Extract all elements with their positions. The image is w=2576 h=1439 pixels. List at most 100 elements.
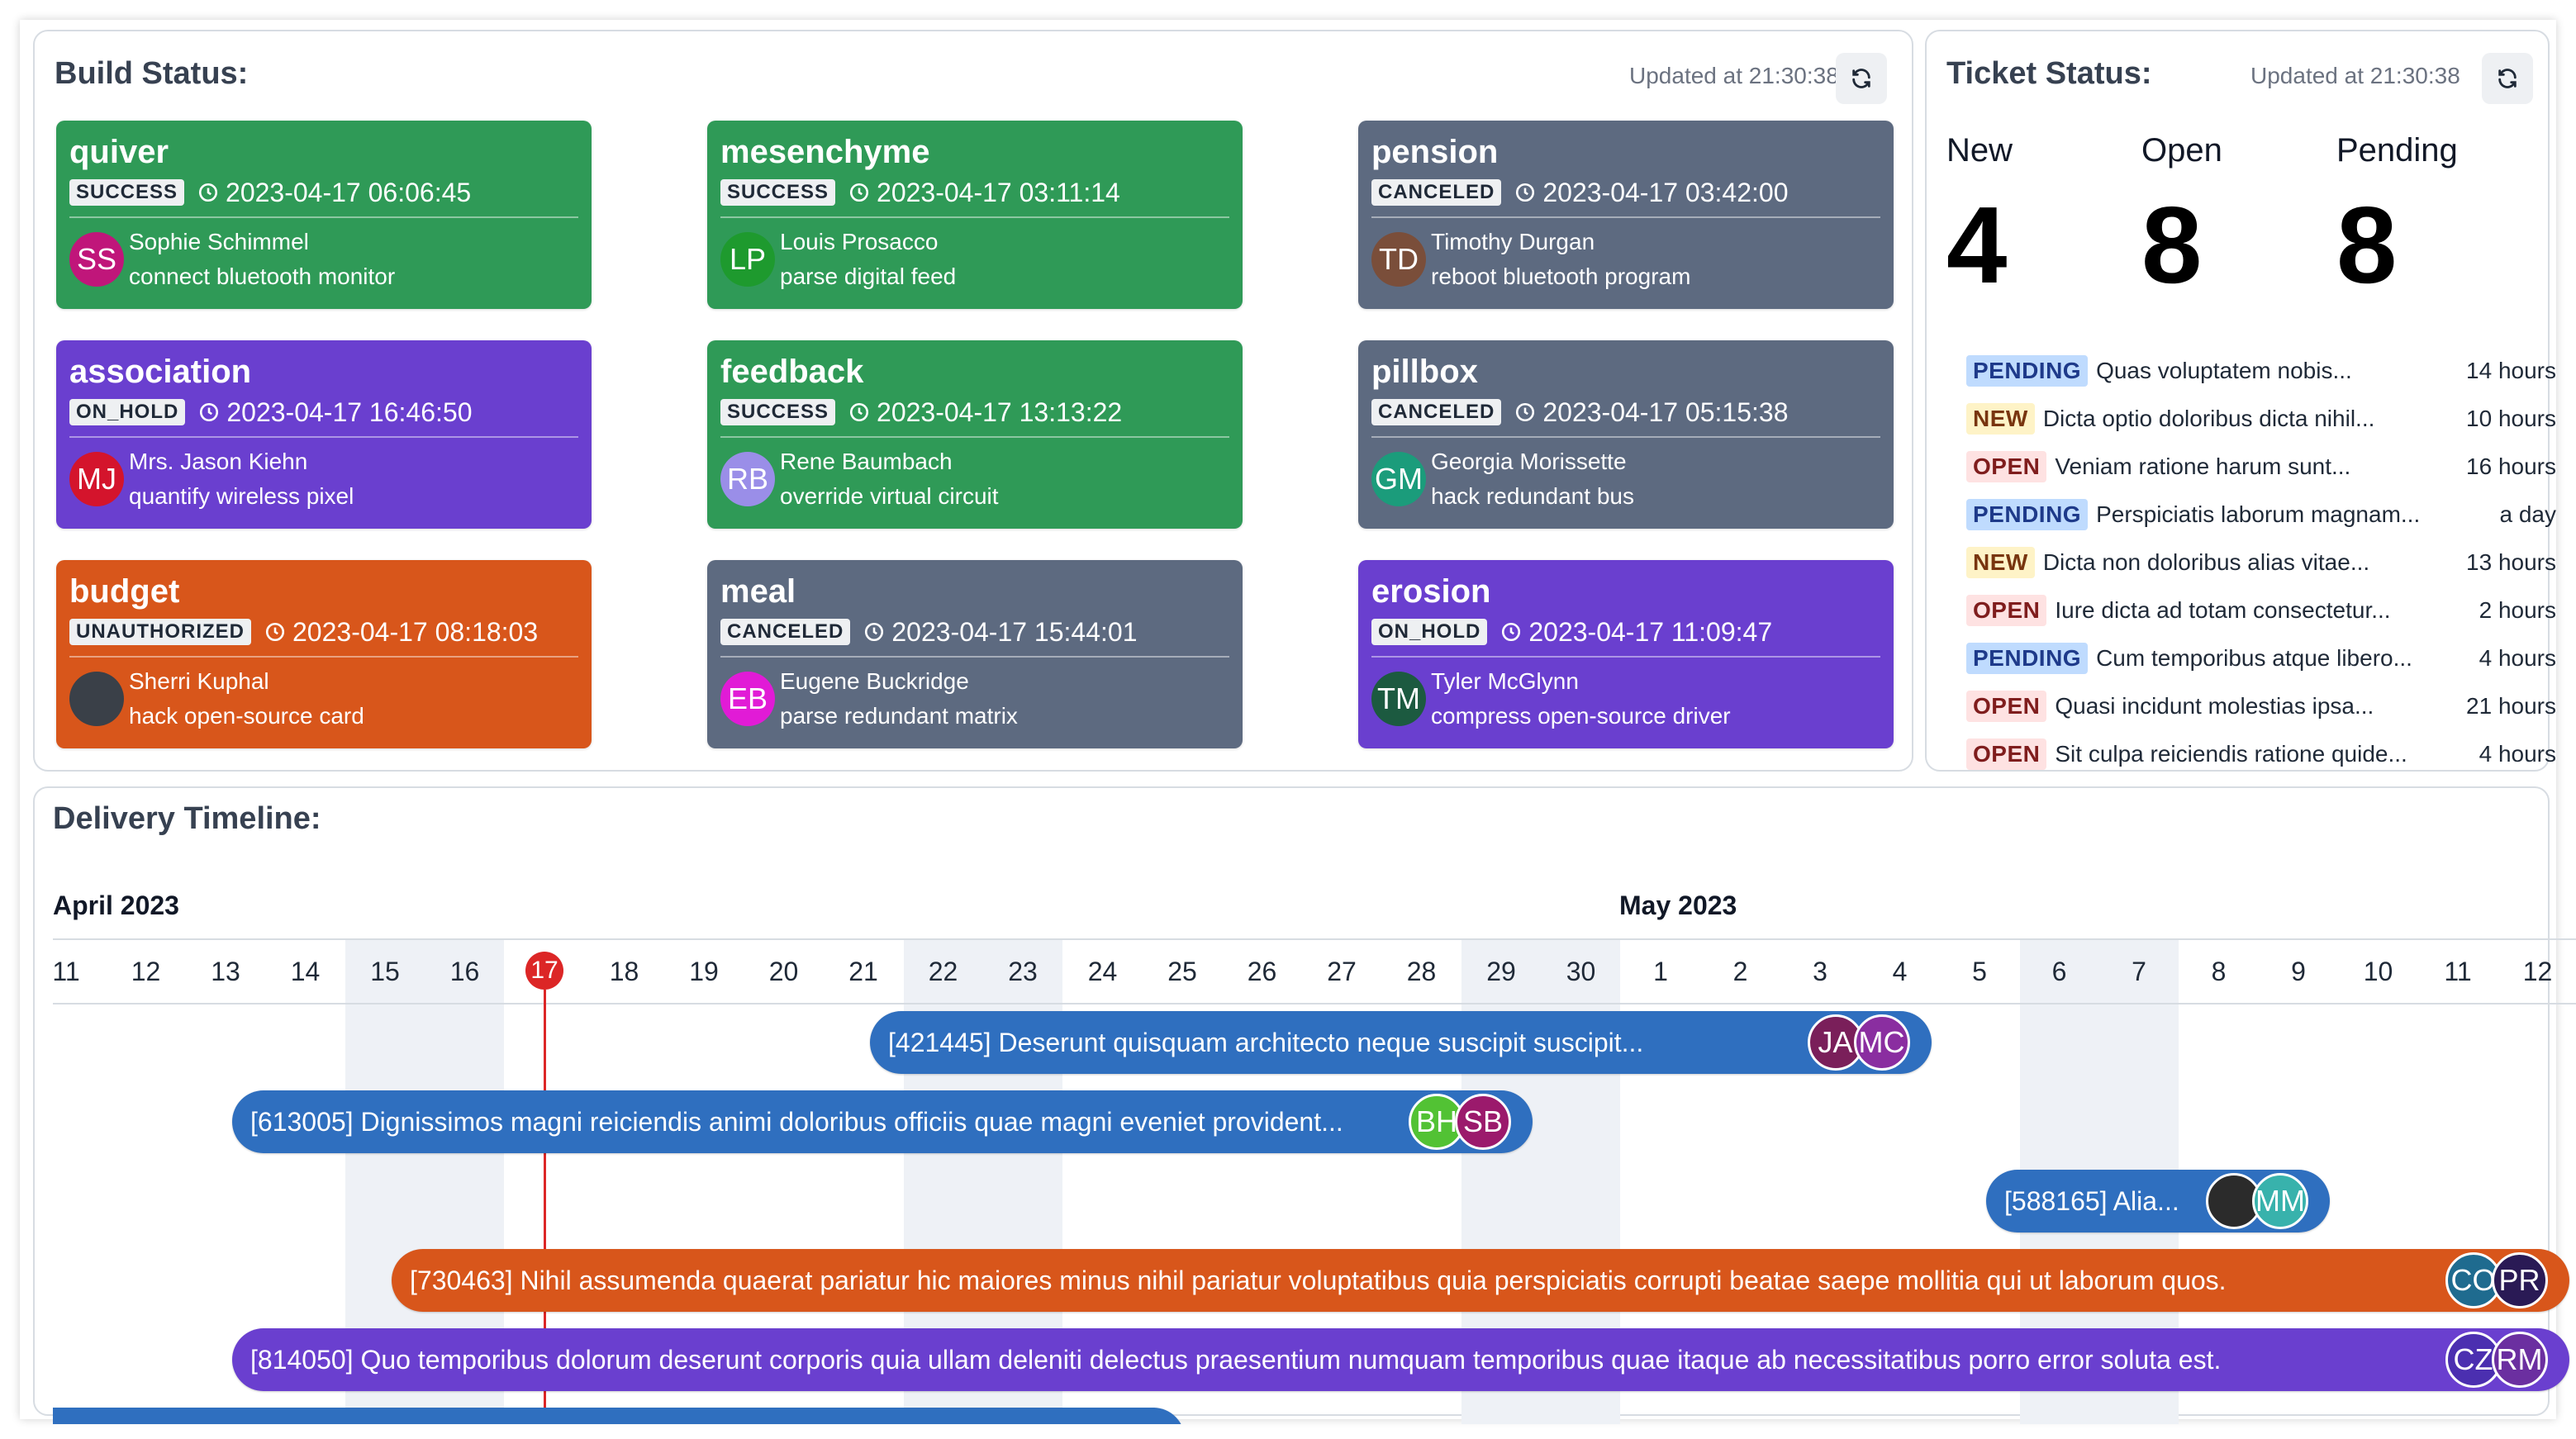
day-label: 2 (1732, 957, 1748, 986)
timeline-bar[interactable]: [613005] Dignissimos magni reiciendis an… (232, 1090, 1533, 1153)
build-timestamp: 2023-04-17 13:13:22 (877, 397, 1123, 427)
day-label: 28 (1406, 957, 1437, 986)
day-label: 23 (1008, 957, 1038, 986)
day-label: 4 (1892, 957, 1908, 986)
build-refresh-button[interactable] (1836, 53, 1887, 104)
ticket-age: 14 hours (2466, 358, 2556, 383)
build-name: quiver (69, 134, 169, 170)
build-card[interactable]: pillbox CANCELED 2023-04-17 05:15:38 GM G… (1358, 340, 1894, 529)
card-divider (720, 436, 1229, 438)
build-card[interactable]: feedback SUCCESS 2023-04-17 13:13:22 RB R… (707, 340, 1243, 529)
count-label: Pending (2336, 132, 2458, 169)
count-label: Open (2141, 132, 2222, 169)
clock-icon (849, 402, 869, 422)
build-status-badge: CANCELED (1371, 399, 1502, 425)
build-user: Sherri Kuphal (129, 668, 269, 694)
build-card[interactable]: meal CANCELED 2023-04-17 15:44:01 EB Euge… (707, 560, 1243, 748)
build-card[interactable]: quiver SUCCESS 2023-04-17 06:06:45 SS Sop… (56, 121, 592, 309)
avatar: TM (1371, 672, 1426, 726)
day-label: 27 (1327, 957, 1357, 986)
clock-icon (198, 183, 218, 202)
ticket-row[interactable]: OPEN Sit culpa reiciendis ratione quide..… (1966, 730, 2556, 778)
day-label: 10 (2363, 957, 2393, 986)
day-label: 30 (1566, 957, 1596, 986)
day-label: 12 (131, 957, 161, 986)
ticket-subject: Perspiciatis laborum magnam... (2096, 501, 2421, 527)
build-card[interactable]: association ON_HOLD 2023-04-17 16:46:50 M… (56, 340, 592, 529)
build-status-badge: ON_HOLD (1371, 619, 1488, 645)
ticket-row[interactable]: NEW Dicta non doloribus alias vitae... 13 … (1966, 539, 2556, 587)
timeline-bar-label: [730463] Nihil assumenda quaerat pariatu… (410, 1265, 2227, 1295)
build-task: quantify wireless pixel (129, 483, 354, 509)
month-label-may: May 2023 (1619, 890, 1737, 920)
ticket-subject: Dicta optio doloribus dicta nihil... (2042, 406, 2375, 431)
build-task: reboot bluetooth program (1431, 264, 1691, 289)
build-status-panel: Build Status: Updated at 21:30:38 quiver… (33, 30, 1913, 772)
today-marker: 17 (525, 952, 563, 990)
count-value: 4 (1946, 184, 2008, 306)
build-card[interactable]: budget UNAUTHORIZED 2023-04-17 08:18:03 S… (56, 560, 592, 748)
build-task: hack open-source card (129, 703, 364, 729)
ticket-row[interactable]: OPEN Quasi incidunt molestias ipsa... 21 h… (1966, 682, 2556, 730)
ticket-row[interactable]: PENDING Quas voluptatem nobis... 14 hours (1966, 347, 2556, 395)
build-task: compress open-source driver (1431, 703, 1731, 729)
day-label: 24 (1087, 957, 1118, 986)
day-label: 20 (768, 957, 799, 986)
ticket-row[interactable]: OPEN Veniam ratione harum sunt... 16 hours (1966, 443, 2556, 491)
ticket-row[interactable]: PENDING Perspiciatis laborum magnam... a d… (1966, 491, 2556, 539)
card-divider (69, 656, 578, 658)
card-divider (720, 216, 1229, 218)
ticket-status-title: Ticket Status: (1946, 56, 2152, 91)
build-timestamp: 2023-04-17 08:18:03 (292, 616, 539, 647)
build-user: Rene Baumbach (780, 449, 953, 474)
build-timestamp: 2023-04-17 06:06:45 (226, 177, 472, 207)
timeline-bar-label: [613005] Dignissimos magni reiciendis an… (250, 1106, 1343, 1137)
build-status-badge: SUCCESS (720, 179, 836, 206)
ticket-age: 13 hours (2466, 549, 2556, 575)
avatar: SS (69, 232, 124, 287)
timeline-bar[interactable]: [814050] Quo temporibus dolorum deserunt… (232, 1328, 2569, 1391)
ticket-row[interactable]: OPEN Iure dicta ad totam consectetur... 2 … (1966, 587, 2556, 634)
build-card[interactable]: erosion ON_HOLD 2023-04-17 11:09:47 TM Ty… (1358, 560, 1894, 748)
timeline-bar[interactable]: [730463] Nihil assumenda quaerat pariatu… (392, 1249, 2569, 1312)
ticket-row[interactable]: PENDING Cum temporibus atque libero... 4 h… (1966, 634, 2556, 682)
avatar: PR (2491, 1252, 2548, 1308)
build-status-badge: CANCELED (1371, 179, 1502, 206)
dashboard: Build Status: Updated at 21:30:38 quiver… (20, 20, 2576, 1424)
timeline-bar[interactable]: [588165] Alia... MM (1986, 1170, 2330, 1232)
build-card[interactable]: mesenchyme SUCCESS 2023-04-17 03:11:14 LP… (707, 121, 1243, 309)
build-status-badge: SUCCESS (69, 179, 185, 206)
timeline-bar[interactable] (53, 1408, 1185, 1424)
card-divider (69, 216, 578, 218)
build-name: erosion (1371, 573, 1491, 610)
ticket-status-badge: OPEN (1966, 451, 2047, 482)
ticket-row[interactable]: NEW Dicta optio doloribus dicta nihil... 1… (1966, 395, 2556, 443)
avatar: RB (720, 452, 775, 506)
build-name: pillbox (1371, 354, 1478, 390)
card-divider (720, 656, 1229, 658)
build-card[interactable]: pension CANCELED 2023-04-17 03:42:00 TD T… (1358, 121, 1894, 309)
ticket-count-new: New 4 (1946, 131, 2141, 307)
build-user: Louis Prosacco (780, 229, 939, 254)
build-timestamp: 2023-04-17 11:09:47 (1528, 616, 1773, 647)
ticket-status-badge: PENDING (1966, 499, 2089, 530)
refresh-icon (2498, 69, 2517, 88)
day-label: 7 (2132, 957, 2146, 986)
build-name: meal (720, 573, 796, 610)
build-timestamp: 2023-04-17 03:11:14 (877, 177, 1120, 207)
ticket-age: 4 hours (2479, 741, 2556, 767)
day-label: 15 (370, 957, 400, 986)
card-divider (69, 436, 578, 438)
day-label: 11 (2444, 957, 2472, 986)
day-label: 22 (928, 957, 958, 986)
card-divider (1371, 436, 1880, 438)
timeline-bar[interactable]: [421445] Deserunt quisquam architecto ne… (870, 1011, 1932, 1074)
ticket-status-badge: OPEN (1966, 691, 2047, 722)
count-label: New (1946, 132, 2013, 169)
ticket-refresh-button[interactable] (2482, 53, 2533, 104)
ticket-status-badge: OPEN (1966, 738, 2047, 770)
build-user: Sophie Schimmel (129, 229, 309, 254)
day-label: 5 (1972, 957, 1987, 986)
ticket-subject: Quasi incidunt molestias ipsa... (2055, 693, 2374, 719)
day-label: 1 (1653, 957, 1668, 986)
